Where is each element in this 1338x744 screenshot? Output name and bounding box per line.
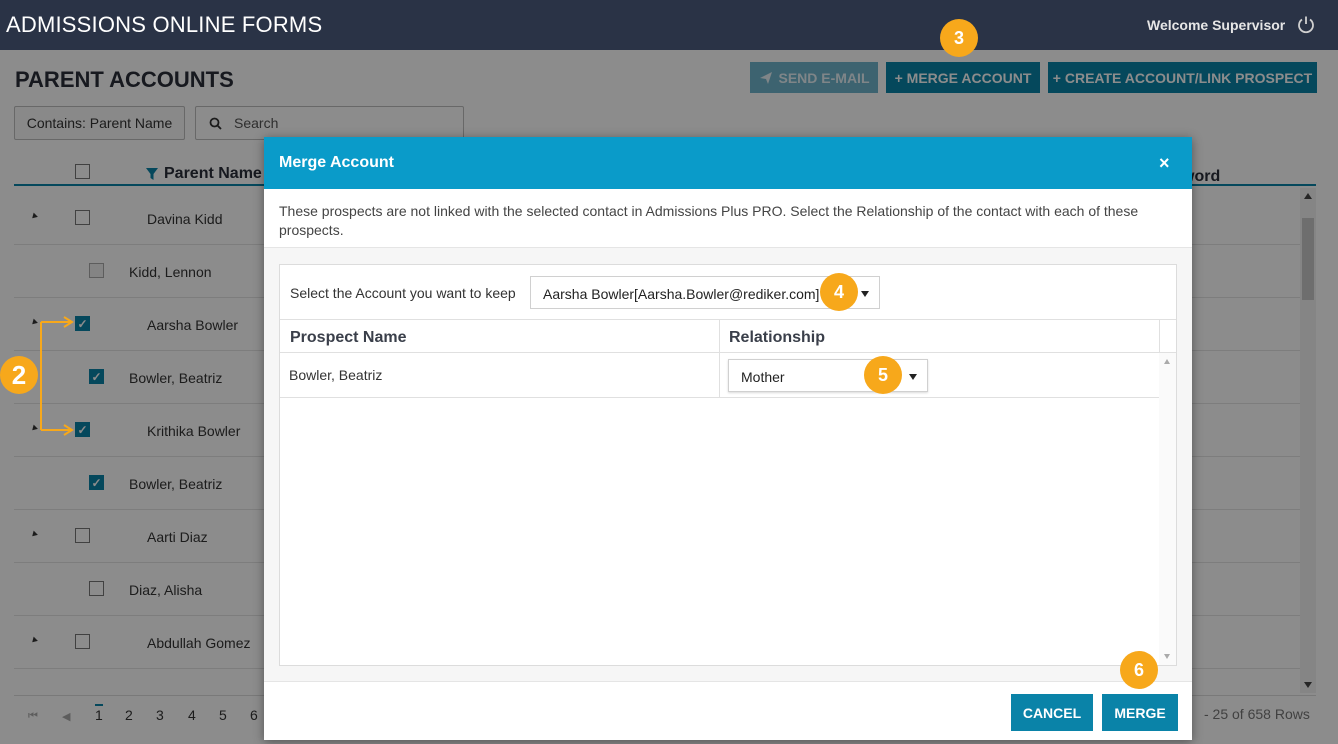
merge-panel: Select the Account you want to keep Aars… xyxy=(279,264,1177,666)
step-6-badge: 6 xyxy=(1120,651,1158,689)
prospect-name: Bowler, Beatriz xyxy=(289,367,383,383)
dialog-description: These prospects are not linked with the … xyxy=(264,189,1192,248)
cancel-button[interactable]: CANCEL xyxy=(1011,694,1093,731)
step-2-badge: 2 xyxy=(0,356,38,394)
caret-down-icon xyxy=(909,374,917,380)
merge-button[interactable]: MERGE xyxy=(1102,694,1178,731)
caret-down-icon xyxy=(861,291,869,297)
column-prospect-name: Prospect Name xyxy=(290,329,407,346)
welcome-text: Welcome Supervisor xyxy=(1147,17,1286,33)
close-icon[interactable]: × xyxy=(1159,153,1170,174)
prospect-table-header: Prospect Name Relationship xyxy=(280,319,1176,354)
dialog-header: Merge Account × xyxy=(264,137,1192,189)
column-relationship: Relationship xyxy=(729,329,826,346)
power-icon[interactable] xyxy=(1296,15,1316,35)
keep-account-label: Select the Account you want to keep xyxy=(290,285,516,301)
step-5-badge: 5 xyxy=(864,356,902,394)
scroll-down-icon[interactable] xyxy=(1164,654,1170,659)
dialog-footer: CANCEL MERGE xyxy=(264,681,1192,740)
scroll-up-icon[interactable] xyxy=(1164,359,1170,364)
app-title: ADMISSIONS ONLINE FORMS xyxy=(6,12,323,37)
prospect-table-scrollbar[interactable] xyxy=(1159,353,1176,665)
step-3-badge: 3 xyxy=(940,19,978,57)
dialog-title: Merge Account xyxy=(279,154,394,171)
merge-account-dialog: Merge Account × These prospects are not … xyxy=(264,137,1192,740)
top-bar: ADMISSIONS ONLINE FORMS Welcome Supervis… xyxy=(0,0,1338,50)
table-row: Bowler, Beatriz Mother xyxy=(280,353,1159,398)
step-4-badge: 4 xyxy=(820,273,858,311)
